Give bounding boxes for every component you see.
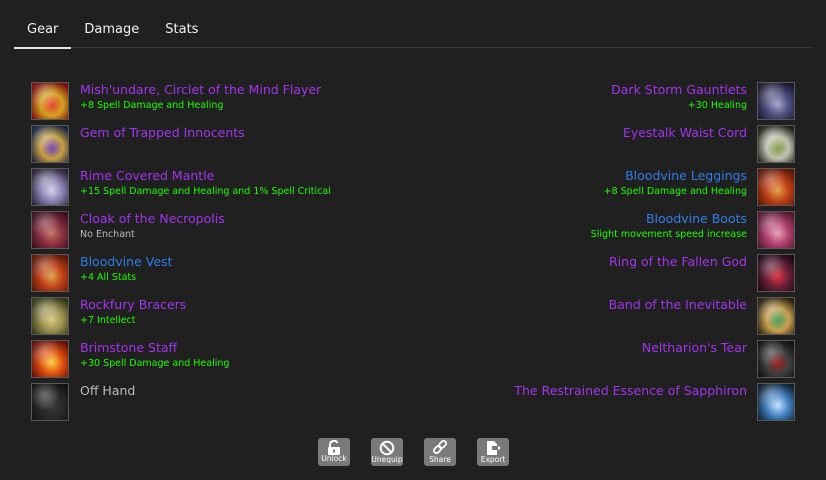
item-name[interactable]: Bloodvine Vest — [80, 254, 172, 270]
gear-slot-main-hand: Brimstone Staff +30 Spell Damage and Heal… — [31, 340, 331, 383]
necropolis-cloak-icon[interactable] — [31, 211, 69, 249]
right-gear-column: Dark Storm Gauntlets +30 Healing Eyestalk… — [514, 82, 795, 426]
share-label: Share — [429, 455, 451, 464]
gear-slot-finger-1: Ring of the Fallen God — [514, 254, 795, 297]
gear-slot-trinket-2: The Restrained Essence of Sapphiron — [514, 383, 795, 426]
item-name[interactable]: Dark Storm Gauntlets — [611, 82, 747, 98]
gear-slot-trinket-1: Neltharion's Tear — [514, 340, 795, 383]
enchant-text: +30 Healing — [687, 100, 747, 111]
item-name[interactable]: The Restrained Essence of Sapphiron — [514, 383, 747, 399]
gear-slot-wrist: Rockfury Bracers +7 Intellect — [31, 297, 331, 340]
item-name[interactable]: Neltharion's Tear — [642, 340, 747, 356]
tab-bar: Gear Damage Stats — [14, 14, 812, 49]
waist-cord-icon[interactable] — [757, 125, 795, 163]
black-gem-icon[interactable] — [757, 340, 795, 378]
unlock-button[interactable]: Unlock — [318, 438, 350, 466]
gear-slot-head: Mish'undare, Circlet of the Mind Flayer +… — [31, 82, 331, 125]
enchant-text: +15 Spell Damage and Healing and 1% Spel… — [80, 186, 331, 197]
enchant-text: +8 Spell Damage and Healing — [80, 100, 224, 111]
gold-necklace-icon[interactable] — [31, 125, 69, 163]
bloodvine-leggings-icon[interactable] — [757, 168, 795, 206]
export-icon — [487, 441, 501, 455]
gear-slot-chest: Bloodvine Vest +4 All Stats — [31, 254, 331, 297]
item-name[interactable]: Brimstone Staff — [80, 340, 229, 356]
gear-slot-off-hand: Off Hand — [31, 383, 331, 426]
enchant-text: +7 Intellect — [80, 315, 136, 326]
gear-slot-legs: Bloodvine Leggings +8 Spell Damage and He… — [514, 168, 795, 211]
item-name[interactable]: Off Hand — [80, 383, 135, 399]
unequip-icon — [379, 440, 395, 456]
gold-band-icon[interactable] — [757, 297, 795, 335]
left-gear-column: Mish'undare, Circlet of the Mind Flayer +… — [31, 82, 331, 426]
item-name[interactable]: Rockfury Bracers — [80, 297, 186, 313]
gear-slot-shoulder: Rime Covered Mantle +15 Spell Damage and … — [31, 168, 331, 211]
gauntlets-icon[interactable] — [757, 82, 795, 120]
tab-stats[interactable]: Stats — [152, 14, 211, 47]
fire-staff-icon[interactable] — [31, 340, 69, 378]
share-button[interactable]: Share — [424, 438, 456, 466]
bracers-icon[interactable] — [31, 297, 69, 335]
unequip-label: Unequip — [371, 455, 403, 464]
gear-slot-back: Cloak of the Necropolis No Enchant — [31, 211, 331, 254]
tab-damage[interactable]: Damage — [71, 14, 152, 47]
share-link-icon — [433, 440, 447, 454]
item-name[interactable]: Ring of the Fallen God — [609, 254, 747, 270]
item-name[interactable]: Bloodvine Boots — [591, 211, 747, 227]
mind-flayer-circlet-icon[interactable] — [31, 82, 69, 120]
item-name[interactable]: Bloodvine Leggings — [604, 168, 747, 184]
red-ring-icon[interactable] — [757, 254, 795, 292]
gear-slot-hands: Dark Storm Gauntlets +30 Healing — [514, 82, 795, 125]
item-name[interactable]: Eyestalk Waist Cord — [623, 125, 747, 141]
enchant-text: +4 All Stats — [80, 272, 137, 283]
frost-mantle-icon[interactable] — [31, 168, 69, 206]
gear-slot-waist: Eyestalk Waist Cord — [514, 125, 795, 168]
item-name[interactable]: Band of the Inevitable — [609, 297, 747, 313]
empty-offhand-slot-icon[interactable] — [31, 383, 69, 421]
gear-slot-neck: Gem of Trapped Innocents — [31, 125, 331, 168]
item-name[interactable]: Cloak of the Necropolis — [80, 211, 225, 227]
enchant-text: +8 Spell Damage and Healing — [603, 186, 747, 197]
unlock-icon — [328, 440, 340, 455]
tab-gear[interactable]: Gear — [14, 14, 72, 49]
sapphiron-essence-icon[interactable] — [757, 383, 795, 421]
enchant-text: Slight movement speed increase — [590, 229, 747, 240]
unequip-button[interactable]: Unequip — [371, 438, 403, 466]
export-label: Export — [480, 455, 506, 464]
item-name[interactable]: Mish'undare, Circlet of the Mind Flayer — [80, 82, 321, 98]
bloodvine-boots-icon[interactable] — [757, 211, 795, 249]
export-button[interactable]: Export — [477, 438, 509, 466]
action-bar: Unlock Unequip Share Export — [318, 438, 509, 466]
item-name[interactable]: Gem of Trapped Innocents — [80, 125, 245, 141]
bloodvine-vest-icon[interactable] — [31, 254, 69, 292]
item-name[interactable]: Rime Covered Mantle — [80, 168, 331, 184]
enchant-text: +30 Spell Damage and Healing — [80, 358, 230, 369]
gear-slot-finger-2: Band of the Inevitable — [514, 297, 795, 340]
unlock-label: Unlock — [321, 454, 347, 463]
gear-slot-feet: Bloodvine Boots Slight movement speed inc… — [514, 211, 795, 254]
enchant-text: No Enchant — [80, 229, 135, 240]
